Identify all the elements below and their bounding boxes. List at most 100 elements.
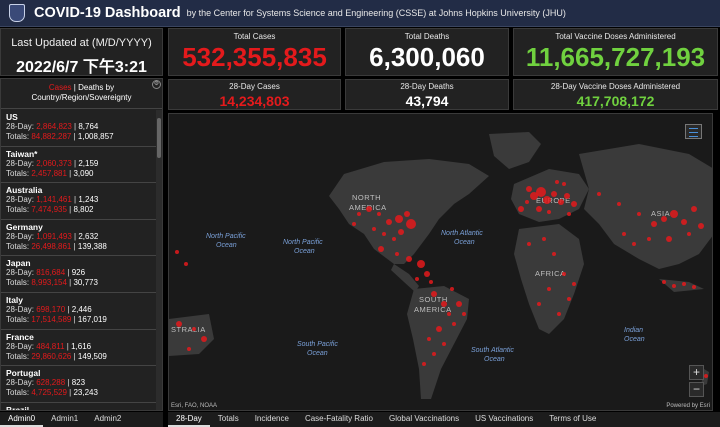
tab-incidence[interactable]: Incidence (247, 412, 297, 427)
case-marker[interactable] (442, 342, 446, 346)
case-marker[interactable] (447, 312, 451, 316)
case-marker[interactable] (662, 280, 666, 284)
case-marker[interactable] (450, 287, 454, 291)
case-marker[interactable] (372, 227, 376, 231)
case-marker[interactable] (632, 242, 636, 246)
case-marker[interactable] (395, 215, 403, 223)
case-marker[interactable] (395, 252, 399, 256)
case-marker[interactable] (175, 250, 179, 254)
zoom-in-button[interactable]: + (689, 365, 704, 380)
case-marker[interactable] (431, 291, 437, 297)
case-marker[interactable] (543, 196, 551, 204)
list-item[interactable]: US 28-Day: 2,864,823 | 8,764 Totals: 84,88… (1, 110, 157, 147)
world-map[interactable]: NORTH AMERICA SOUTH AMERICA EUROPE ASIA … (168, 113, 713, 411)
case-marker[interactable] (429, 280, 433, 284)
list-item[interactable]: Taiwan* 28-Day: 2,060,373 | 2,159 Totals: … (1, 147, 157, 184)
zoom-out-button[interactable]: − (689, 382, 704, 397)
list-item[interactable]: Italy 28-Day: 698,170 | 2,446 Totals: 17,5… (1, 293, 157, 330)
case-marker[interactable] (547, 210, 551, 214)
case-marker[interactable] (406, 256, 412, 262)
case-marker[interactable] (622, 232, 626, 236)
list-icon[interactable] (685, 124, 702, 139)
case-marker[interactable] (687, 232, 691, 236)
case-marker[interactable] (422, 362, 426, 366)
case-marker[interactable] (462, 312, 466, 316)
case-marker[interactable] (424, 271, 430, 277)
case-marker[interactable] (398, 229, 404, 235)
case-marker[interactable] (547, 287, 551, 291)
case-marker[interactable] (432, 352, 436, 356)
list-item[interactable]: Germany 28-Day: 1,091,493 | 2,632 Totals: … (1, 220, 157, 257)
tab-admin1[interactable]: Admin1 (43, 412, 86, 427)
case-marker[interactable] (557, 312, 561, 316)
case-marker[interactable] (392, 237, 396, 241)
case-marker[interactable] (536, 187, 546, 197)
list-scrollbar[interactable] (156, 110, 162, 410)
case-marker[interactable] (441, 301, 447, 307)
case-marker[interactable] (386, 219, 392, 225)
case-marker[interactable] (567, 297, 571, 301)
case-marker[interactable] (436, 326, 442, 332)
case-marker[interactable] (704, 374, 708, 378)
case-marker[interactable] (184, 262, 188, 266)
case-marker[interactable] (542, 237, 546, 241)
case-marker[interactable] (456, 301, 462, 307)
scrollbar-thumb[interactable] (157, 118, 161, 158)
tab-28-day[interactable]: 28-Day (168, 412, 210, 427)
tab-case-fatality-ratio[interactable]: Case-Fatality Ratio (297, 412, 381, 427)
list-item[interactable]: Japan 28-Day: 816,684 | 926 Totals: 8,993,… (1, 256, 157, 293)
case-marker[interactable] (571, 201, 577, 207)
case-marker[interactable] (176, 321, 182, 327)
case-marker[interactable] (452, 322, 456, 326)
case-marker[interactable] (692, 285, 696, 289)
case-marker[interactable] (617, 202, 621, 206)
case-marker[interactable] (415, 277, 419, 281)
tab-totals[interactable]: Totals (210, 412, 247, 427)
tab-global-vaccinations[interactable]: Global Vaccinations (381, 412, 467, 427)
case-marker[interactable] (698, 223, 704, 229)
list-item[interactable]: Australia 28-Day: 1,141,461 | 1,243 Totals… (1, 183, 157, 220)
case-marker[interactable] (382, 232, 386, 236)
case-marker[interactable] (555, 180, 559, 184)
case-marker[interactable] (670, 210, 678, 218)
case-marker[interactable] (552, 252, 556, 256)
case-marker[interactable] (527, 242, 531, 246)
case-marker[interactable] (597, 192, 601, 196)
list-item[interactable]: Portugal 28-Day: 628,288 | 823 Totals: 4,7… (1, 366, 157, 403)
case-marker[interactable] (562, 182, 566, 186)
case-marker[interactable] (661, 216, 667, 222)
case-marker[interactable] (366, 206, 372, 212)
case-marker[interactable] (537, 302, 541, 306)
case-marker[interactable] (536, 206, 542, 212)
case-marker[interactable] (377, 212, 381, 216)
case-marker[interactable] (651, 221, 657, 227)
case-marker[interactable] (672, 284, 676, 288)
case-marker[interactable] (518, 206, 524, 212)
case-marker[interactable] (666, 236, 672, 242)
powered-by-esri[interactable]: Powered by Esri (666, 403, 710, 409)
case-marker[interactable] (352, 222, 356, 226)
case-marker[interactable] (378, 246, 384, 252)
case-marker[interactable] (562, 272, 566, 276)
case-marker[interactable] (682, 282, 686, 286)
tab-terms-of-use[interactable]: Terms of Use (541, 412, 604, 427)
tab-us-vaccinations[interactable]: US Vaccinations (467, 412, 541, 427)
case-marker[interactable] (525, 200, 529, 204)
list-item[interactable]: Brazil28-Day: 620,873 | 2,615Totals: 31,… (1, 403, 157, 410)
case-marker[interactable] (357, 212, 361, 216)
case-marker[interactable] (192, 327, 196, 331)
case-marker[interactable] (406, 219, 416, 229)
tab-admin2[interactable]: Admin2 (86, 412, 129, 427)
case-marker[interactable] (201, 336, 207, 342)
case-marker[interactable] (567, 212, 571, 216)
case-marker[interactable] (558, 199, 564, 205)
case-marker[interactable] (427, 337, 431, 341)
case-marker[interactable] (681, 219, 687, 225)
case-marker[interactable] (637, 212, 641, 216)
list-item[interactable]: France 28-Day: 484,811 | 1,616 Totals: 29,… (1, 330, 157, 367)
case-marker[interactable] (691, 206, 697, 212)
case-marker[interactable] (526, 186, 532, 192)
case-marker[interactable] (417, 260, 425, 268)
case-marker[interactable] (404, 211, 410, 217)
case-marker[interactable] (551, 191, 557, 197)
